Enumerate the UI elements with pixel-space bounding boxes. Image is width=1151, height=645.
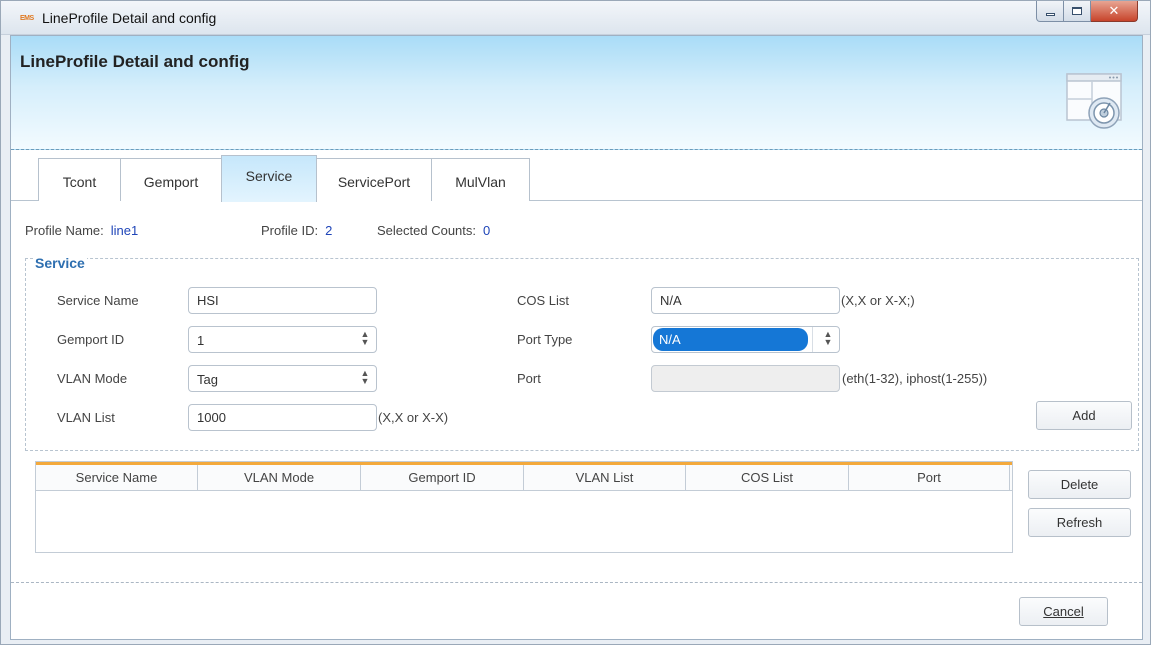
tab-tcont[interactable]: Tcont bbox=[38, 158, 121, 201]
add-button[interactable]: Add bbox=[1036, 401, 1132, 430]
select-divider bbox=[812, 327, 813, 352]
port-type-select[interactable]: N/A ▲ ▼ bbox=[651, 326, 840, 353]
minimize-button[interactable] bbox=[1036, 1, 1064, 22]
column-header-port[interactable]: Port bbox=[849, 465, 1010, 490]
vlan-list-input[interactable] bbox=[188, 404, 377, 431]
port-type-label: Port Type bbox=[517, 332, 573, 347]
table-header: Service Name VLAN Mode Gemport ID VLAN L… bbox=[36, 462, 1012, 491]
window: EMS LineProfile Detail and config ✕ Line… bbox=[0, 0, 1151, 645]
maximize-icon bbox=[1072, 7, 1082, 15]
title-bar[interactable]: EMS LineProfile Detail and config ✕ bbox=[1, 1, 1150, 35]
profile-name-label: Profile Name: bbox=[25, 223, 104, 238]
refresh-button[interactable]: Refresh bbox=[1028, 508, 1131, 537]
close-button[interactable]: ✕ bbox=[1091, 1, 1138, 22]
tab-service[interactable]: Service bbox=[221, 155, 317, 202]
gemport-id-value: 1 bbox=[197, 333, 205, 348]
cos-list-label: COS List bbox=[517, 293, 570, 308]
column-header-cos-list[interactable]: COS List bbox=[686, 465, 849, 490]
service-name-label: Service Name bbox=[57, 293, 139, 308]
column-header-gemport-id[interactable]: Gemport ID bbox=[361, 465, 524, 490]
page-title: LineProfile Detail and config bbox=[20, 52, 250, 71]
selected-counts-value: 0 bbox=[483, 223, 491, 238]
column-header-service-name[interactable]: Service Name bbox=[36, 465, 198, 490]
tab-serviceport[interactable]: ServicePort bbox=[316, 158, 432, 201]
settings-window-icon bbox=[1066, 73, 1122, 129]
service-group-title: Service bbox=[33, 255, 87, 271]
delete-button[interactable]: Delete bbox=[1028, 470, 1131, 499]
column-header-vlan-mode[interactable]: VLAN Mode bbox=[198, 465, 361, 490]
selected-counts: Selected Counts: 0 bbox=[377, 223, 490, 238]
spinner-arrows-icon[interactable]: ▲ ▼ bbox=[358, 330, 372, 350]
select-arrows-icon[interactable]: ▲ ▼ bbox=[358, 369, 372, 389]
column-header-vlan-list[interactable]: VLAN List bbox=[524, 465, 686, 490]
app-logo-icon: EMS bbox=[20, 15, 34, 22]
selected-counts-label: Selected Counts: bbox=[377, 223, 477, 238]
vlan-list-label: VLAN List bbox=[57, 410, 115, 425]
footer-divider bbox=[11, 582, 1142, 583]
profile-id-value: 2 bbox=[325, 223, 333, 238]
tab-mulvlan[interactable]: MulVlan bbox=[431, 158, 530, 201]
port-hint: (eth(1-32), iphost(1-255)) bbox=[842, 371, 988, 386]
gemport-id-spinner[interactable]: 1 ▲ ▼ bbox=[188, 326, 377, 353]
content-pane: LineProfile Detail and config Tcont Gemp… bbox=[10, 35, 1143, 640]
cancel-button[interactable]: Cancel bbox=[1019, 597, 1108, 626]
cos-list-input[interactable] bbox=[651, 287, 840, 314]
select-arrows-icon[interactable]: ▲ ▼ bbox=[821, 330, 835, 350]
tab-gemport[interactable]: Gemport bbox=[120, 158, 222, 201]
port-type-value: N/A bbox=[653, 328, 808, 351]
service-name-input[interactable] bbox=[188, 287, 377, 314]
cos-list-hint: (X,X or X-X;) bbox=[841, 293, 915, 308]
vlan-mode-label: VLAN Mode bbox=[57, 371, 128, 386]
maximize-button[interactable] bbox=[1064, 1, 1091, 22]
vlan-mode-value: Tag bbox=[197, 372, 218, 387]
port-label: Port bbox=[517, 371, 541, 386]
profile-name-value: line1 bbox=[110, 223, 139, 238]
vlan-mode-select[interactable]: Tag ▲ ▼ bbox=[188, 365, 377, 392]
close-icon: ✕ bbox=[1108, 3, 1120, 19]
window-controls: ✕ bbox=[1036, 1, 1138, 22]
vlan-list-hint: (X,X or X-X) bbox=[378, 410, 449, 425]
profile-id: Profile ID: 2 bbox=[261, 223, 332, 238]
window-title: LineProfile Detail and config bbox=[42, 10, 217, 26]
gemport-id-label: Gemport ID bbox=[57, 332, 125, 347]
header-banner: LineProfile Detail and config bbox=[11, 36, 1142, 150]
port-input bbox=[651, 365, 840, 392]
minimize-icon bbox=[1045, 12, 1055, 16]
tab-bar: Tcont Gemport Service ServicePort MulVla… bbox=[11, 151, 1142, 202]
profile-id-label: Profile ID: bbox=[261, 223, 319, 238]
profile-name: Profile Name: line1 bbox=[25, 223, 138, 238]
service-table[interactable]: Service Name VLAN Mode Gemport ID VLAN L… bbox=[35, 461, 1013, 553]
